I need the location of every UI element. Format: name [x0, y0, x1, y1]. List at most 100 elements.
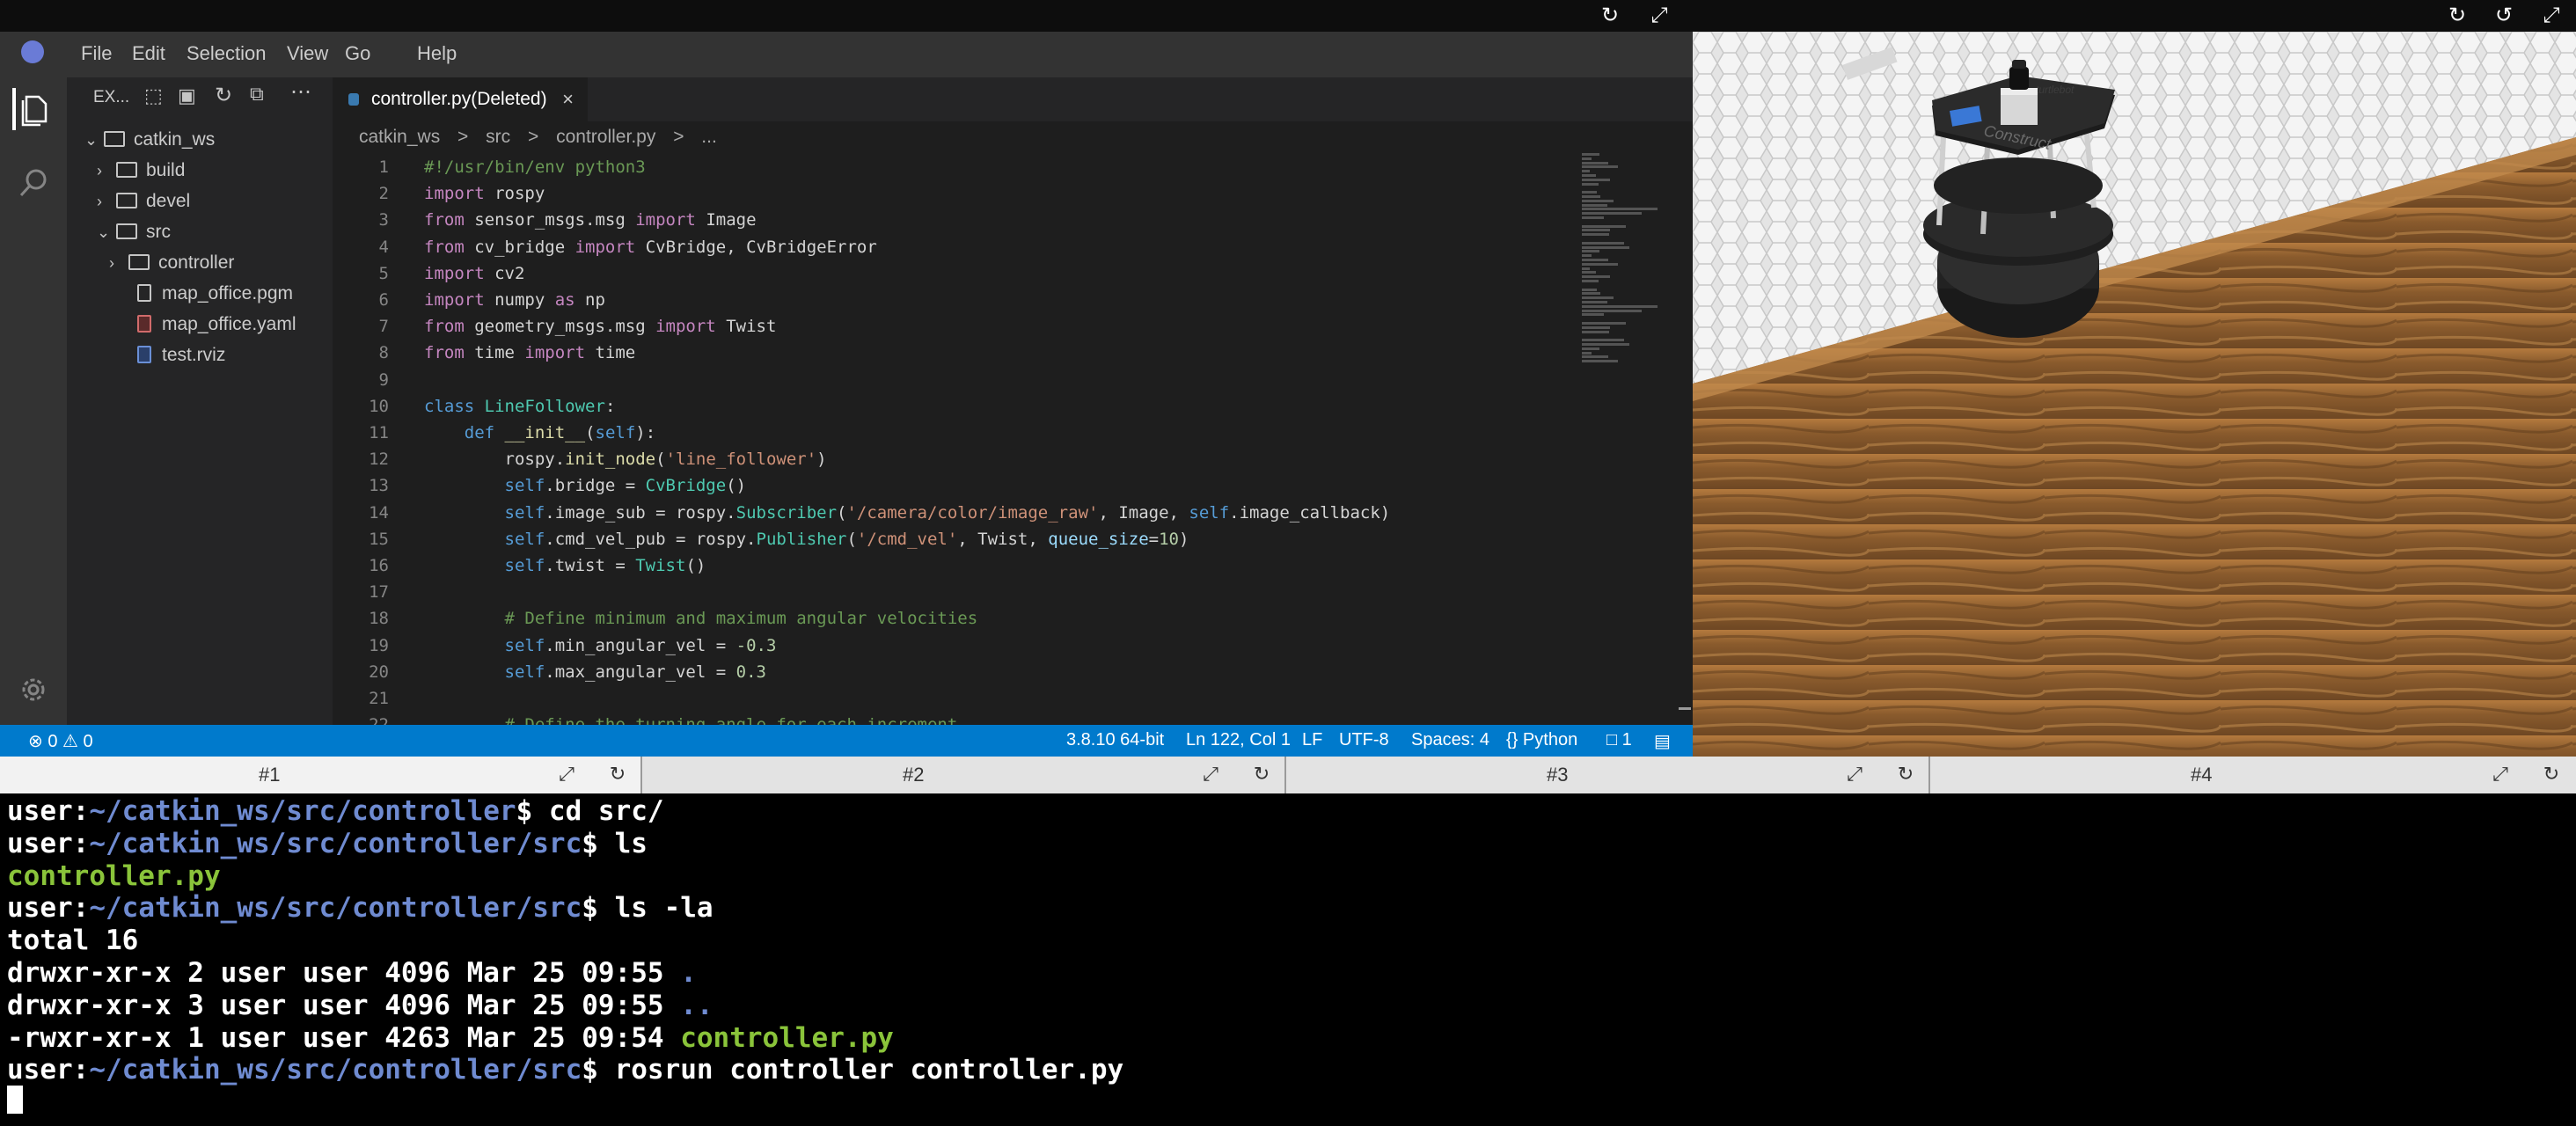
code-line[interactable]: 21: [333, 686, 1582, 712]
expand-icon[interactable]: ⤢: [1842, 762, 1867, 786]
breadcrumb-catkin-ws[interactable]: catkin_ws: [359, 127, 440, 147]
tree-label: src: [146, 222, 171, 242]
expand-icon[interactable]: ⤢: [1198, 762, 1223, 786]
code-line[interactable]: 6 import numpy as np: [333, 288, 1582, 313]
code-line[interactable]: 11 def __init__(self):: [333, 420, 1582, 446]
tree-folder-build[interactable]: › build: [97, 156, 185, 186]
code-token: 0.3: [735, 662, 766, 682]
settings-gear-icon[interactable]: [12, 669, 55, 711]
collapse-all-icon[interactable]: ⧉: [250, 83, 264, 106]
code-line[interactable]: 17: [333, 580, 1582, 605]
code-token: numpy: [484, 290, 555, 310]
code-line[interactable]: 10 class LineFollower:: [333, 394, 1582, 420]
terminal-tab-3[interactable]: #3 ⤢ ↻: [1288, 757, 1930, 793]
tree-folder-controller[interactable]: › controller: [109, 248, 234, 278]
expand-icon[interactable]: ⤢: [1647, 4, 1672, 28]
editor-scrollbar[interactable]: [1677, 153, 1693, 725]
code-token: import: [424, 290, 485, 310]
reload-icon[interactable]: ↻: [605, 762, 630, 786]
code-line[interactable]: 14 self.image_sub = rospy.Subscriber('/c…: [333, 501, 1582, 526]
breadcrumb-src[interactable]: src: [486, 127, 510, 147]
layout-icon[interactable]: ▤: [1654, 730, 1671, 752]
code-line[interactable]: 15 self.cmd_vel_pub = rospy.Publisher('/…: [333, 527, 1582, 552]
reload-icon[interactable]: ↻: [1598, 4, 1622, 28]
code-line[interactable]: 4 from cv_bridge import CvBridge, CvBridg…: [333, 235, 1582, 260]
terminal-tab-4[interactable]: #4 ⤢ ↻: [1932, 757, 2576, 793]
tab-label: controller.py(Deleted): [371, 89, 547, 109]
expand-icon[interactable]: ⤢: [2488, 762, 2513, 786]
tree-folder-catkin-ws[interactable]: ⌄ catkin_ws: [84, 125, 215, 155]
breadcrumb-controller-py[interactable]: controller.py: [556, 127, 655, 147]
reload-icon[interactable]: ↻: [1893, 762, 1918, 786]
code-token: self: [504, 662, 545, 682]
code-line[interactable]: 2 import rospy: [333, 181, 1582, 207]
terminal-tab-1[interactable]: #1 ⤢ ↻: [0, 757, 642, 793]
code-token: Image: [695, 210, 757, 230]
tree-folder-src[interactable]: ⌄ src: [97, 217, 171, 247]
python-interpreter[interactable]: 3.8.10 64-bit: [1066, 730, 1164, 750]
menu-view[interactable]: View: [287, 42, 328, 65]
expand-icon[interactable]: ⤢: [554, 762, 579, 786]
terminal[interactable]: user:~/catkin_ws/src/controller$ cd src/…: [0, 793, 2576, 1126]
menu-go[interactable]: Go: [345, 42, 370, 65]
new-file-icon[interactable]: ⬚: [144, 84, 163, 107]
code-view[interactable]: 1 #!/usr/bin/env python3 2 import rospy 3 fro…: [333, 153, 1582, 725]
folder-icon: [116, 223, 137, 239]
menu-help[interactable]: Help: [417, 42, 457, 65]
code-token: (: [837, 502, 847, 523]
reload-icon[interactable]: ↻: [2445, 4, 2470, 28]
tree-file-test-rviz[interactable]: test.rviz: [137, 340, 225, 370]
reload-icon[interactable]: ↻: [1249, 762, 1274, 786]
tab-controller-py[interactable]: controller.py(Deleted) ×: [333, 77, 588, 121]
code-line[interactable]: 20 self.max_angular_vel = 0.3: [333, 660, 1582, 685]
language-mode[interactable]: {} Python: [1506, 730, 1577, 750]
code-line[interactable]: 3 from sensor_msgs.msg import Image: [333, 208, 1582, 233]
notifications[interactable]: □ 1: [1606, 730, 1632, 750]
code-line[interactable]: 13 self.bridge = CvBridge(): [333, 473, 1582, 499]
terminal-tab-2[interactable]: #2 ⤢ ↻: [644, 757, 1286, 793]
code-line[interactable]: 5 import cv2: [333, 261, 1582, 287]
tree-label: map_office.pgm: [162, 283, 294, 303]
close-tab-icon[interactable]: ×: [562, 77, 574, 121]
code-token: (: [846, 529, 857, 549]
status-bar: ⊗ 0 ⚠ 0 3.8.10 64-bit Ln 122, Col 1 LF U…: [0, 725, 1693, 757]
expand-icon[interactable]: ⤢: [2539, 4, 2564, 28]
line-ending[interactable]: LF: [1302, 730, 1322, 750]
reload-icon[interactable]: ↻: [2539, 762, 2564, 786]
code-line[interactable]: 16 self.twist = Twist(): [333, 553, 1582, 579]
breadcrumb-more[interactable]: ...: [701, 127, 717, 147]
breadcrumb-separator: >: [528, 127, 539, 147]
refresh-icon[interactable]: ↻: [215, 83, 232, 108]
gazebo-3d-view[interactable]: Construct turtlebot: [1693, 32, 2576, 757]
cursor-position[interactable]: Ln 122, Col 1: [1186, 730, 1291, 750]
indentation[interactable]: Spaces: 4: [1411, 730, 1489, 750]
encoding[interactable]: UTF-8: [1339, 730, 1389, 750]
code-line[interactable]: 7 from geometry_msgs.msg import Twist: [333, 314, 1582, 340]
problems-indicator[interactable]: ⊗ 0 ⚠ 0: [28, 730, 93, 752]
code-line[interactable]: 22 # Define the turning angle for each i…: [333, 713, 1582, 725]
code-line[interactable]: 19 self.min_angular_vel = -0.3: [333, 633, 1582, 659]
more-actions-icon[interactable]: ⋯: [290, 79, 311, 105]
code-line[interactable]: 18 # Define minimum and maximum angular …: [333, 606, 1582, 632]
warning-count: 0: [83, 732, 93, 751]
tree-file-map-office-yaml[interactable]: map_office.yaml: [137, 310, 296, 340]
code-token: cv_bridge: [464, 237, 575, 257]
search-icon[interactable]: [12, 162, 55, 204]
code-line[interactable]: 9: [333, 368, 1582, 393]
code-token: , Image,: [1098, 502, 1189, 523]
menu-selection[interactable]: Selection: [187, 42, 267, 65]
code-line[interactable]: 8 from time import time: [333, 340, 1582, 366]
menu-file[interactable]: File: [81, 42, 112, 65]
tree-folder-devel[interactable]: › devel: [97, 186, 190, 216]
explorer-files-icon[interactable]: [12, 88, 55, 130]
code-line[interactable]: 1 #!/usr/bin/env python3: [333, 155, 1582, 180]
code-token: queue_size: [1048, 529, 1149, 549]
minimap[interactable]: [1578, 153, 1675, 373]
tree-file-map-office-pgm[interactable]: map_office.pgm: [137, 279, 293, 309]
code-line[interactable]: 12 rospy.init_node('line_follower'): [333, 447, 1582, 472]
new-folder-icon[interactable]: ▣: [178, 84, 196, 107]
reset-view-icon[interactable]: ↺: [2492, 4, 2516, 28]
menu-edit[interactable]: Edit: [132, 42, 165, 65]
chevron-down-icon: ⌄: [97, 223, 111, 241]
